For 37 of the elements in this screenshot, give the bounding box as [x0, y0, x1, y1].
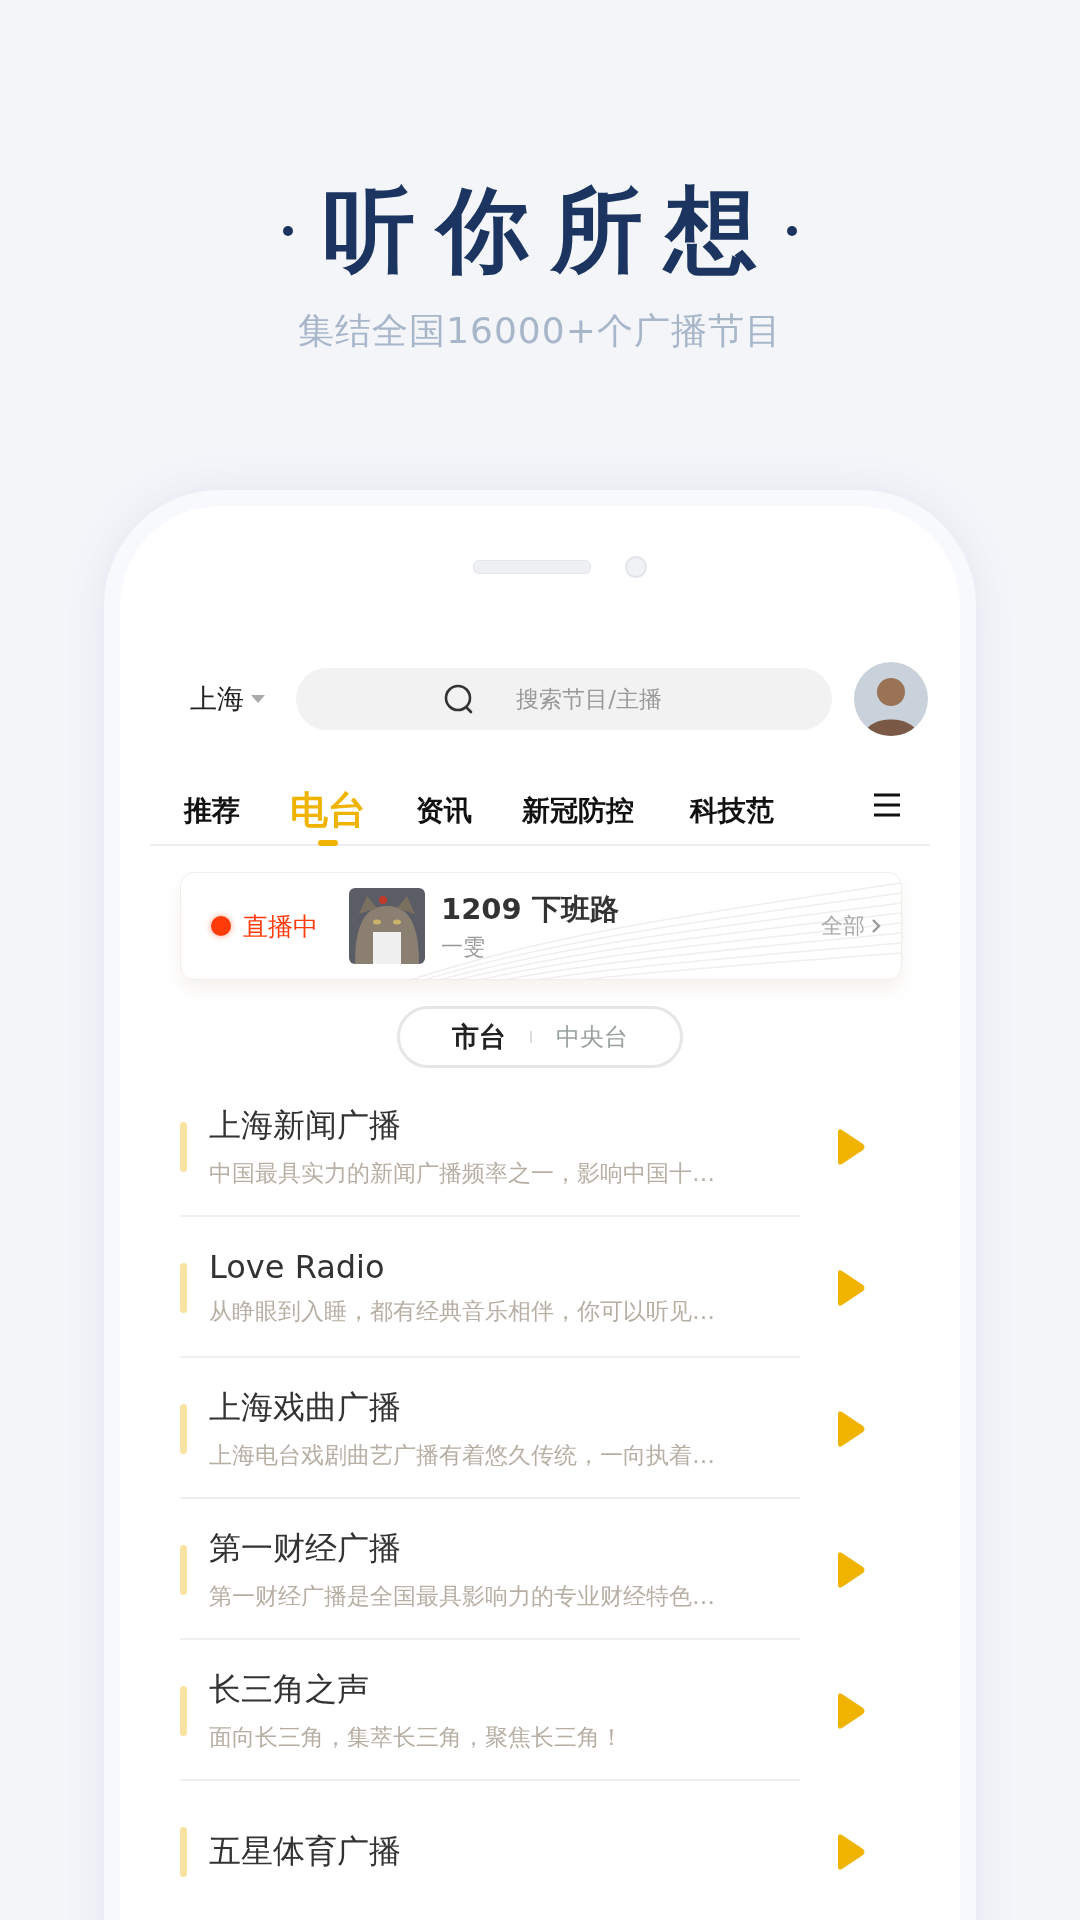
program-title: 1209 下班路 — [441, 891, 620, 929]
accent-bar — [180, 1826, 187, 1877]
host-name: 一雯 — [441, 933, 486, 962]
slogan-subtitle: 集结全国16000+个广播节目 — [298, 309, 782, 354]
dot-icon — [787, 225, 797, 236]
station-name[interactable]: 上海戏曲广播 — [209, 1386, 819, 1431]
live-label: 直播中 — [243, 910, 319, 943]
accent-bar — [180, 1121, 187, 1172]
city-selector[interactable]: 上海 — [190, 681, 290, 718]
accent-bar — [180, 1403, 187, 1454]
station-name[interactable]: 长三角之声 — [209, 1668, 819, 1713]
slogan-title: 听你所想 — [323, 180, 779, 282]
camera-icon — [625, 556, 647, 579]
tab[interactable]: 科技范 — [690, 792, 774, 845]
accent-bar — [180, 1544, 187, 1595]
station-description: 第一财经广播是全国最具影响力的专业财经特色… — [209, 1582, 716, 1612]
station-description: 上海电台戏剧曲艺广播有着悠久传统，一向执着… — [209, 1441, 716, 1471]
caret-icon — [250, 694, 266, 705]
station-name[interactable]: 五星体育广播 — [209, 1829, 819, 1874]
accent-bar — [180, 1262, 187, 1313]
live-card[interactable]: 直播中 1209 下班路 一雯 全部 — [180, 872, 902, 981]
speaker-icon — [473, 560, 591, 575]
station-description: 面向长三角，集萃长三角，聚焦长三角！ — [209, 1723, 624, 1753]
tab[interactable]: 新冠防控 — [522, 792, 634, 845]
station-name[interactable]: 第一财经广播 — [209, 1527, 819, 1572]
chevron-icon — [871, 918, 881, 935]
dot-icon — [283, 225, 293, 236]
accent-bar — [180, 1685, 187, 1736]
station-name[interactable]: Love Radio — [209, 1248, 819, 1287]
station-name[interactable]: 上海新闻广播 — [209, 1104, 819, 1149]
segment-tab[interactable]: 市台 — [428, 1019, 530, 1056]
station-description: 从睁眼到入睡，都有经典音乐相伴，你可以听见… — [209, 1297, 716, 1327]
search-field[interactable]: 搜索节目/主播 — [296, 668, 832, 731]
tab[interactable]: 推荐 — [184, 792, 240, 845]
station-description: 中国最具实力的新闻广播频率之一，影响中国十… — [209, 1159, 716, 1189]
live-dot-icon — [211, 916, 231, 937]
tab[interactable]: 资讯 — [416, 792, 472, 845]
